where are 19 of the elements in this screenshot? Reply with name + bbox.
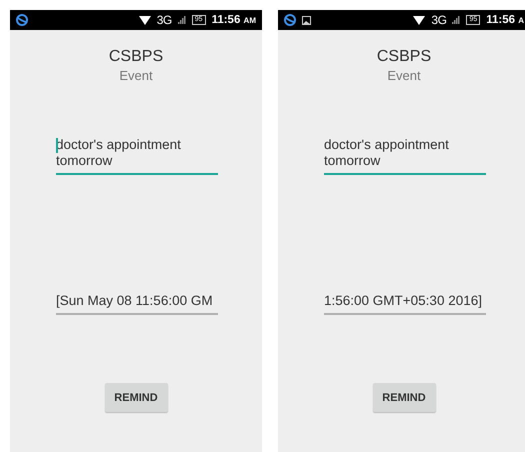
wifi-icon: [413, 16, 426, 24]
date-input-field[interactable]: 1:56:00 GMT+05:30 2016]: [324, 293, 486, 315]
screen-subtitle: Event: [387, 68, 421, 83]
clock: 11:56 AM: [212, 14, 256, 26]
clock: 11:56 A: [486, 14, 524, 26]
network-label: 3G: [156, 13, 172, 27]
remind-button[interactable]: REMIND: [372, 383, 436, 412]
app-title: CSBPS: [376, 48, 432, 66]
screen-subtitle: Event: [119, 68, 153, 83]
signal-icon: [452, 16, 460, 24]
app-icon: [284, 14, 296, 26]
date-input-field[interactable]: [Sun May 08 11:56:00 GM: [56, 293, 218, 315]
network-label: 3G: [431, 13, 446, 27]
remind-button[interactable]: REMIND: [104, 383, 168, 412]
app-title: CSBPS: [108, 48, 164, 66]
app-icon: [16, 14, 28, 26]
event-input-field[interactable]: doctor's appointment tomorrow: [324, 137, 486, 175]
wifi-icon: [138, 16, 151, 24]
signal-icon: [178, 16, 186, 24]
